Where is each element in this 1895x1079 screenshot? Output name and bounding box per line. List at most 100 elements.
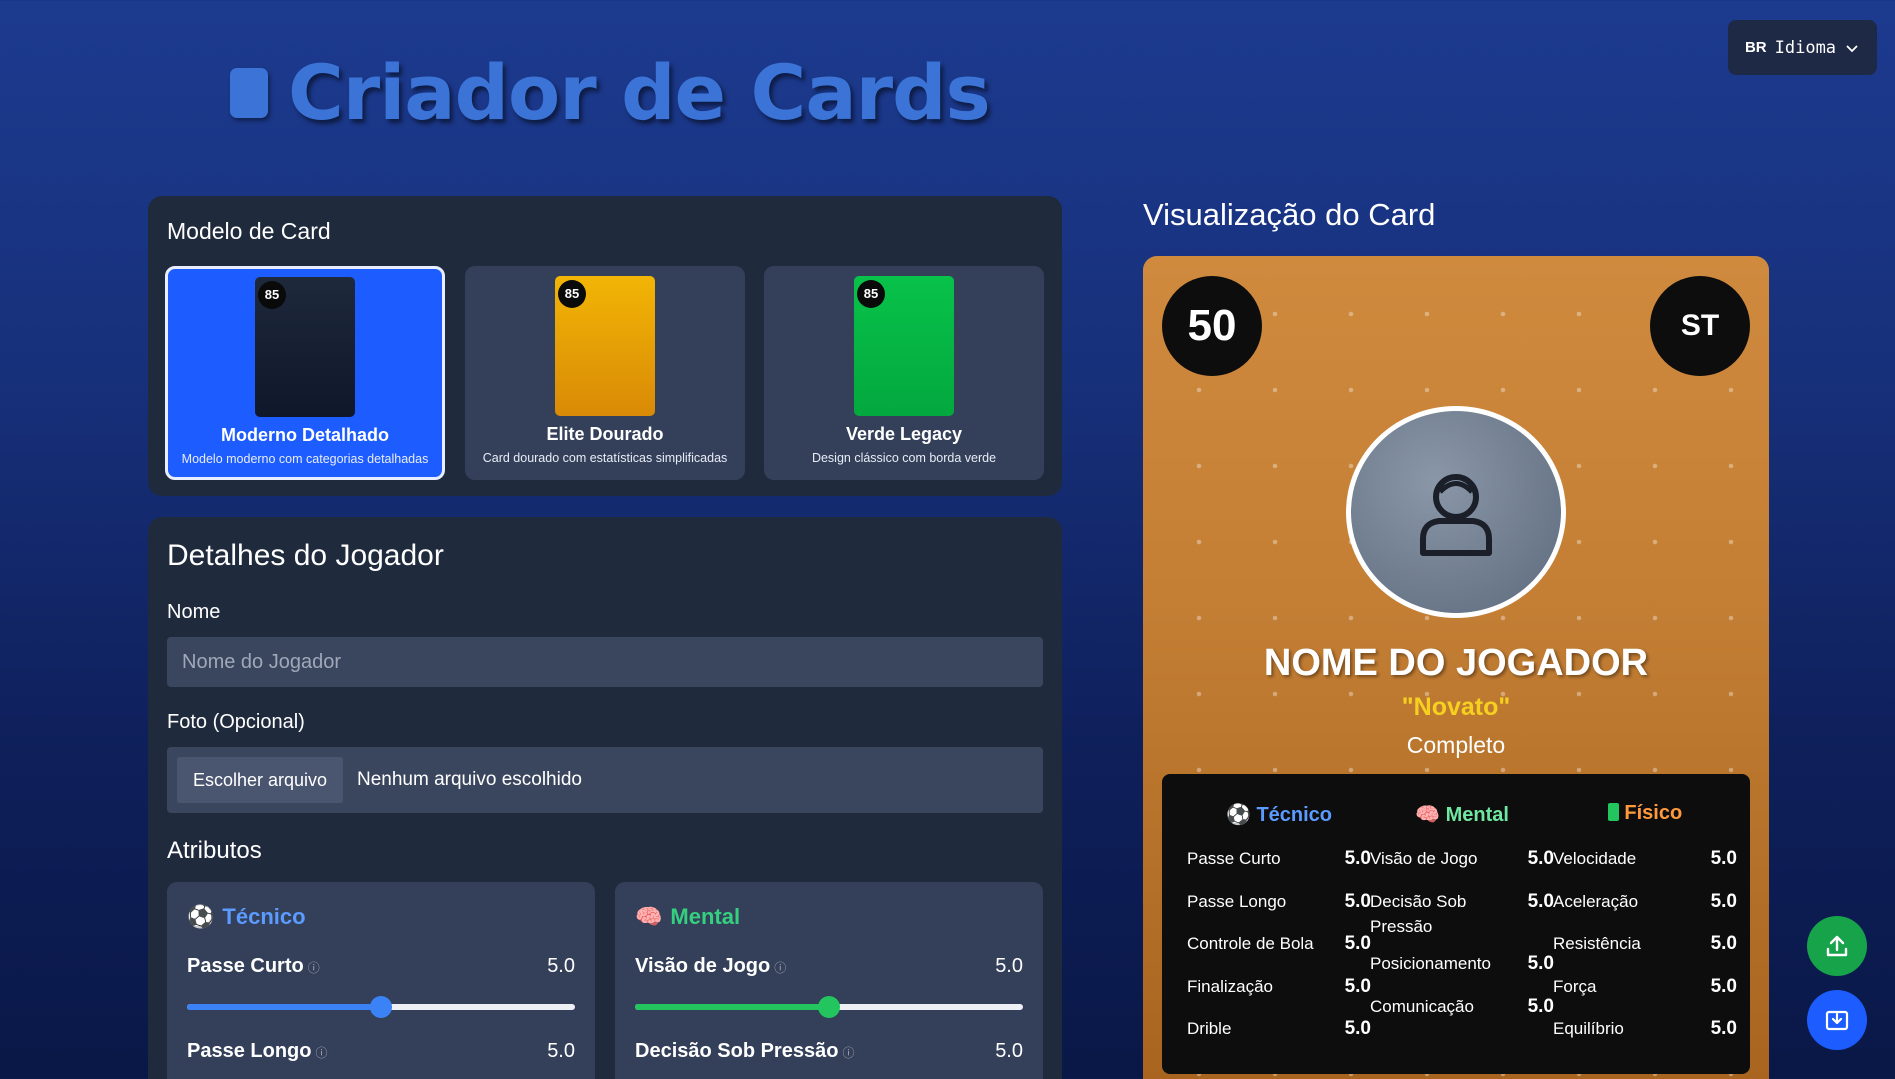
info-icon[interactable]: ⓘ	[774, 961, 786, 975]
stat-name: Passe Longo	[1187, 892, 1287, 911]
model-desc: Design clássico com borda verde	[811, 451, 997, 465]
attr-group-title: 🧠 Mental	[635, 904, 740, 930]
attr-label-text: Decisão Sob Pressão	[635, 1040, 839, 1062]
stat-value: 5.0	[1344, 976, 1371, 997]
stats-column-label: Técnico	[1256, 804, 1333, 826]
upload-icon	[1826, 935, 1848, 957]
model-thumbnail: 85	[255, 277, 355, 417]
player-role: Completo	[1406, 732, 1506, 758]
stat-name: Comunicação	[1370, 997, 1474, 1016]
stat-name: Velocidade	[1553, 849, 1637, 868]
info-icon[interactable]: ⓘ	[315, 1046, 327, 1060]
attr-label: Decisão Sob Pressão ⓘ	[635, 1040, 854, 1063]
attr-group-title: ⚽ Técnico	[187, 904, 306, 930]
player-photo	[1346, 406, 1566, 618]
stat-name: Equilíbrio	[1553, 1019, 1624, 1038]
attr-slider[interactable]	[187, 996, 575, 1018]
choose-file-button[interactable]: Escolher arquivo	[177, 757, 343, 803]
page-title: Criador de Cards	[288, 48, 991, 137]
brain-icon: 🧠	[635, 904, 663, 929]
model-panel: Modelo de Card 85 Moderno Detalhado Mode…	[148, 196, 1062, 496]
stat-name: Visão de Jogo	[1370, 849, 1478, 868]
stat-name: Aceleração	[1553, 892, 1639, 911]
attributes-heading: Atributos	[167, 837, 262, 864]
stat-value: 5.0	[1527, 996, 1554, 1017]
model-heading: Modelo de Card	[167, 218, 331, 244]
file-status: Nenhum arquivo escolhido	[357, 769, 582, 790]
attr-value: 5.0	[547, 1040, 575, 1062]
attr-group-label: Técnico	[222, 904, 306, 929]
stat-value: 5.0	[1344, 848, 1371, 869]
attr-value: 5.0	[995, 1040, 1023, 1062]
model-card-moderno[interactable]: 85 Moderno Detalhado Modelo moderno com …	[165, 266, 445, 480]
stat-name: Drible	[1187, 1019, 1232, 1038]
language-selector[interactable]: BR Idioma	[1728, 20, 1877, 75]
attr-label: Passe Curto ⓘ	[187, 955, 320, 978]
stat-value: 5.0	[1710, 891, 1737, 912]
photo-label: Foto (Opcional)	[167, 711, 305, 733]
attr-value: 5.0	[547, 955, 575, 977]
stat-value: 5.0	[1710, 933, 1737, 954]
details-panel: Detalhes do Jogador Nome Foto (Opcional)…	[148, 517, 1062, 1079]
stat-name: Resistência	[1553, 934, 1641, 953]
app-title: Criador de Cards	[230, 48, 991, 137]
model-card-elite[interactable]: 85 Elite Dourado Card dourado com estatí…	[465, 266, 745, 480]
stat-value: 5.0	[1710, 848, 1737, 869]
model-name: Verde Legacy	[845, 424, 963, 444]
stats-column-title: 🧠 Mental	[1370, 802, 1554, 827]
stat-value: 5.0	[1527, 953, 1554, 974]
attr-value: 5.0	[995, 955, 1023, 977]
model-thumbnail: 85	[854, 276, 954, 416]
stats-column-label: Mental	[1445, 804, 1509, 826]
name-label: Nome	[167, 601, 221, 623]
preview-heading: Visualização do Card	[1143, 197, 1436, 232]
attr-label-text: Passe Longo	[187, 1040, 312, 1062]
attr-label-text: Passe Curto	[187, 955, 304, 977]
download-icon	[1825, 1010, 1849, 1031]
download-button[interactable]	[1807, 990, 1867, 1050]
thumb-rating-badge: 85	[258, 281, 286, 309]
flag-icon: BR	[1744, 39, 1767, 56]
model-card-verde[interactable]: 85 Verde Legacy Design clássico com bord…	[764, 266, 1044, 480]
attr-label: Visão de Jogo ⓘ	[635, 955, 786, 978]
attr-group-mental: 🧠 Mental Visão de Jogo ⓘ 5.0 Decisão Sob …	[615, 882, 1043, 1079]
thumb-rating-badge: 85	[857, 280, 885, 308]
slider-fill	[187, 1004, 381, 1010]
info-icon[interactable]: ⓘ	[308, 961, 320, 975]
model-thumbnail: 85	[555, 276, 655, 416]
player-name: NOME DO JOGADOR	[1263, 642, 1649, 684]
attr-label: Passe Longo ⓘ	[187, 1040, 328, 1063]
battery-icon	[1607, 803, 1619, 821]
stat-name: Controle de Bola	[1187, 934, 1314, 953]
stat-name: Passe Curto	[1187, 849, 1281, 868]
user-avatar-icon	[1420, 474, 1492, 556]
rating-badge: 50	[1162, 276, 1262, 376]
card-icon	[230, 67, 268, 118]
stat-value: 5.0	[1527, 848, 1554, 869]
player-card-preview: 50 ST NOME DO JOGADOR "Novato" Completo …	[1143, 256, 1769, 1079]
slider-fill	[635, 1004, 829, 1010]
brain-icon: 🧠	[1415, 804, 1440, 826]
player-nickname: "Novato"	[1401, 693, 1511, 721]
soccer-ball-icon: ⚽	[187, 904, 215, 929]
stat-value: 5.0	[1344, 891, 1371, 912]
attr-slider[interactable]	[635, 996, 1023, 1018]
player-name-input[interactable]	[167, 637, 1043, 687]
thumb-rating-badge: 85	[558, 280, 586, 308]
info-icon[interactable]: ⓘ	[842, 1046, 854, 1060]
photo-file-input[interactable]: Escolher arquivo Nenhum arquivo escolhid…	[167, 747, 1043, 813]
stat-value: 5.0	[1344, 933, 1371, 954]
upload-button[interactable]	[1807, 916, 1867, 976]
attr-group-label: Mental	[670, 904, 741, 929]
stat-value: 5.0	[1710, 1018, 1737, 1039]
position-badge: ST	[1650, 276, 1750, 376]
stat-value: 5.0	[1527, 891, 1554, 912]
attr-label-text: Visão de Jogo	[635, 955, 771, 977]
model-name: Elite Dourado	[546, 424, 664, 444]
stat-name: Posicionamento	[1370, 954, 1491, 973]
stat-name: Força	[1553, 977, 1597, 996]
model-desc: Modelo moderno com categorias detalhadas	[181, 452, 429, 466]
slider-thumb[interactable]	[370, 996, 392, 1018]
stat-value: 5.0	[1710, 976, 1737, 997]
slider-thumb[interactable]	[818, 996, 840, 1018]
